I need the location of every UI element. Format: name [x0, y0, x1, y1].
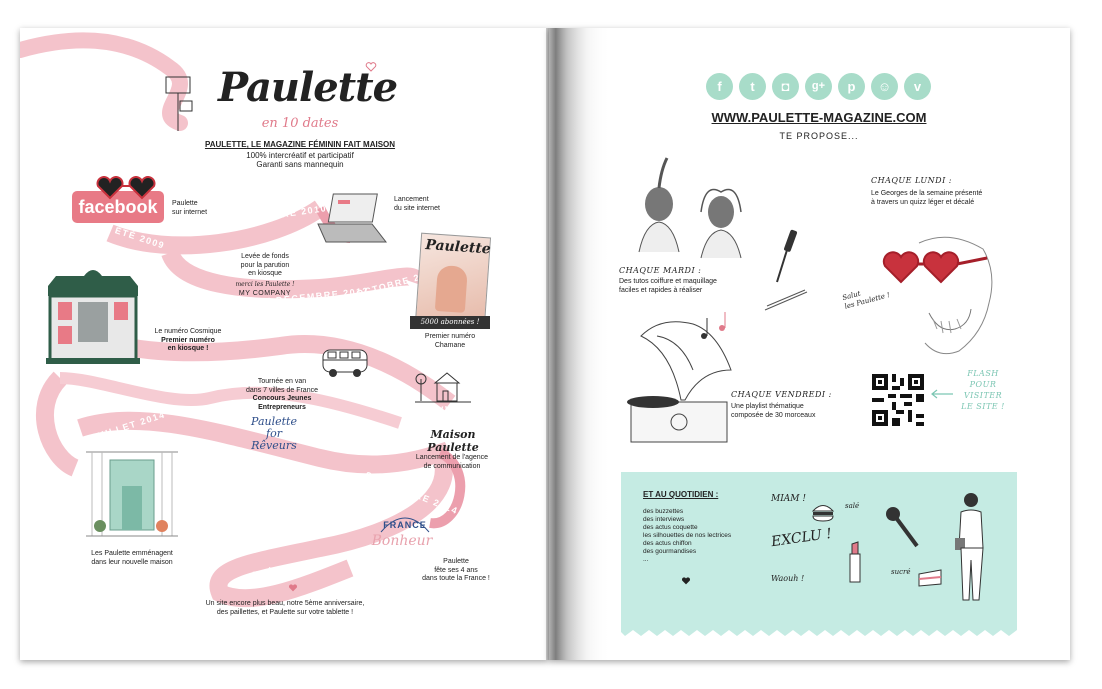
event-internet: Paulette sur internet: [172, 200, 208, 216]
event-fonds: Levée de fonds pour la parution en kiosque: [240, 253, 290, 277]
site-url-link[interactable]: WWW.PAULETTE-MAGAZINE.COM: [699, 110, 939, 125]
list-item: des actus coquette: [643, 524, 698, 531]
event-agence: Lancement de l'agence de communication: [415, 454, 489, 470]
magazine-cover-title: Paulette: [424, 237, 492, 258]
event-cosmique: Le numéro Cosmique Premier numéro en kiosq…: [154, 328, 222, 352]
vine-icon[interactable]: v: [904, 73, 931, 100]
bobby-pin-icon: [764, 289, 808, 311]
mailbox-doodle: [165, 76, 193, 131]
merci-text: merci les Paulette !: [235, 281, 295, 288]
list-item: des gourmandises: [643, 548, 697, 555]
list-item: des actus chiffon: [643, 540, 692, 547]
small-heart-icon: [288, 584, 298, 592]
event-maison: Les Paulette emménagent dans leur nouvell…: [91, 550, 173, 566]
event-ans: Paulette fête ses 4 ans dans toute la Fran…: [422, 558, 490, 582]
waouh-doodle: Waouh !: [771, 574, 805, 583]
woman-figure-sketch: [955, 493, 984, 601]
van-icon: [322, 349, 368, 377]
heart-icon: [681, 577, 691, 585]
instagram-icon[interactable]: ◘: [772, 73, 799, 100]
forever-lettering: Paulette for Rêveurs: [251, 415, 297, 452]
microphone-icon: [886, 507, 919, 548]
propose-text: TE PROPOSE...: [779, 131, 859, 141]
bonheur-text: Bonheur: [371, 533, 433, 549]
lundi-text: Le Georges de la semaine présenté à trave…: [871, 190, 983, 206]
music-notes-icon: [701, 312, 726, 339]
event-site: Lancement du site internet: [394, 196, 440, 212]
lipstick-icon: [849, 541, 861, 583]
google-plus-icon[interactable]: g+: [805, 73, 832, 100]
event-van: Tournée en van dans 7 villes de France Con…: [246, 378, 318, 411]
qr-code[interactable]: [872, 374, 924, 426]
page-title: Paulette: [218, 64, 398, 111]
facebook-icon[interactable]: f: [706, 73, 733, 100]
snapchat-icon[interactable]: ☺: [871, 73, 898, 100]
list-item: des buzzettes: [643, 508, 684, 515]
burger-icon: [811, 505, 835, 522]
france-text: FRANCE: [383, 520, 427, 530]
twitter-icon[interactable]: t: [739, 73, 766, 100]
quotidien-list: des buzzettes des interviews des actus c…: [643, 508, 731, 564]
kiosk-illustration: [46, 270, 140, 364]
mascara-icon: [776, 229, 798, 283]
list-item: ...: [643, 556, 649, 563]
flash-text: FLASH POUR VISITER LE SITE !: [961, 369, 1005, 411]
houses-doodle: [415, 372, 471, 403]
exclu-doodle: EXCLU !: [770, 525, 833, 551]
event-chamane: Premier numéro Chamane: [424, 333, 476, 349]
right-page: f t ◘ g+ p ☺ v WWW.PAULETTE-MAGAZINE.COM…: [549, 28, 1070, 660]
magazine-spread: ÉTÉ 2009 OCTOBRE 2010 NOVEMBRE DÉCEMBRE …: [0, 0, 1102, 689]
sale-doodle: salé: [845, 502, 860, 510]
abonnes-banner: 5000 abonnées !: [410, 316, 490, 329]
lundi-title: CHAQUE LUNDI :: [871, 176, 952, 185]
mardi-title: CHAQUE MARDI :: [619, 266, 702, 275]
pinterest-icon[interactable]: p: [838, 73, 865, 100]
list-item: des interviews: [643, 516, 685, 523]
daily-content-box: ET AU QUOTIDIEN : des buzzettes des inte…: [621, 472, 1017, 630]
left-page: ÉTÉ 2009 OCTOBRE 2010 NOVEMBRE DÉCEMBRE …: [20, 28, 548, 660]
heart-glasses-icon: [882, 251, 988, 284]
laptop-icon: [317, 193, 388, 243]
quotidien-title: ET AU QUOTIDIEN :: [643, 490, 719, 499]
vendredi-text: Une playlist thématique composée de 30 mo…: [731, 403, 816, 419]
mardi-text: Des tutos coiffure et maquillage faciles …: [619, 278, 717, 294]
tagline-2: Garanti sans mannequin: [256, 160, 344, 169]
sucre-doodle: sucré: [891, 568, 911, 576]
hair-tutorial-sketch: [638, 157, 742, 259]
headline: PAULETTE, LE MAGAZINE FÉMININ FAIT MAISO…: [204, 140, 396, 149]
magazine-cover: Paulette: [414, 232, 492, 328]
mycompany-logo: MY COMPANY: [238, 290, 292, 297]
zigzag-border: [621, 628, 1017, 636]
vendredi-title: CHAQUE VENDREDI :: [731, 390, 832, 399]
miam-doodle: MIAM !: [771, 494, 806, 504]
page-subtitle: en 10 dates: [261, 116, 339, 131]
heart-sunglasses-icon: [96, 176, 156, 200]
house-illustration: [86, 451, 178, 537]
cake-slice-icon: [918, 569, 942, 587]
event-final: Un site encore plus beau, notre 5ème ann…: [205, 600, 365, 616]
agence-logo: Maison Paulette: [427, 428, 479, 454]
arrow-left-icon: [931, 389, 953, 399]
list-item: les silhouettes de nos lectrices: [643, 532, 732, 539]
